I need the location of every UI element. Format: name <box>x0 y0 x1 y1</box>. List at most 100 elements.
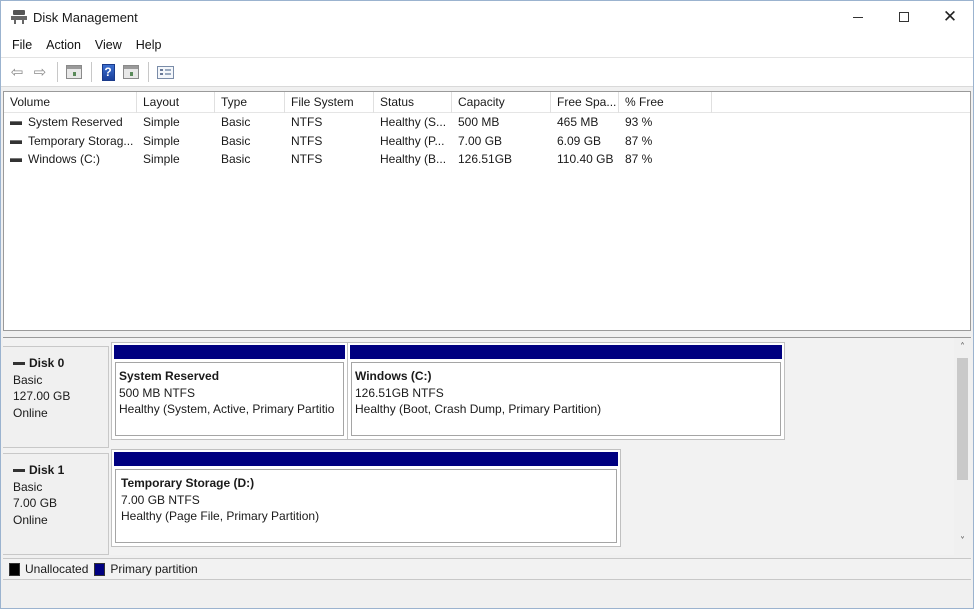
type-cell: Basic <box>221 133 251 148</box>
file-system-cell: NTFS <box>291 115 323 130</box>
table-row[interactable]: System Reserved Simple Basic NTFS Health… <box>4 113 970 132</box>
disk-name: Disk 0 <box>29 356 65 370</box>
layout-cell: Simple <box>143 152 180 167</box>
percent-free-cell: 93 % <box>625 115 653 130</box>
scrollbar-thumb[interactable] <box>957 358 968 480</box>
toolbar-separator <box>91 62 92 82</box>
file-system-cell: NTFS <box>291 152 323 167</box>
column-header-volume[interactable]: Volume <box>4 92 137 113</box>
column-header-type[interactable]: Type <box>215 92 285 113</box>
partition-name: Temporary Storage (D:) <box>121 476 255 490</box>
legend: Unallocated Primary partition <box>3 558 971 580</box>
forward-button[interactable]: ⇨ <box>29 61 51 83</box>
disk-1-label[interactable]: Disk 1 Basic 7.00 GB Online <box>3 453 109 555</box>
volume-icon <box>10 121 22 126</box>
volume-name: Temporary Storag... <box>28 133 134 148</box>
legend-unallocated: Unallocated <box>9 562 88 576</box>
partition-name: Windows (C:) <box>355 369 432 383</box>
status-cell: Healthy (S... <box>380 115 447 130</box>
volume-icon <box>10 139 22 144</box>
column-header-percent-free[interactable]: % Free <box>619 92 712 113</box>
legend-label: Unallocated <box>25 562 89 576</box>
table-row[interactable]: Windows (C:) Simple Basic NTFS Healthy (… <box>4 150 970 169</box>
vertical-scrollbar[interactable]: ˄ ˅ <box>954 338 971 556</box>
show-hide-console-tree-button[interactable] <box>63 61 85 83</box>
volume-name: Windows (C:) <box>28 152 101 167</box>
volume-list[interactable]: Volume Layout Type File System Status Ca… <box>3 91 971 331</box>
close-icon: ✕ <box>942 7 958 27</box>
toolbar: ⇦ ⇨ ? <box>1 57 973 87</box>
console-tree-icon <box>66 65 82 79</box>
partition-size-fs: 500 MB NTFS <box>119 385 196 400</box>
help-icon: ? <box>101 63 115 81</box>
column-header-file-system[interactable]: File System <box>285 92 374 113</box>
menu-bar: File Action View Help <box>1 33 973 57</box>
scroll-down-icon[interactable]: ˅ <box>954 536 971 552</box>
maximize-icon <box>899 12 909 22</box>
disk-row-0: Disk 0 Basic 127.00 GB Online System Res… <box>3 342 953 448</box>
type-cell: Basic <box>221 152 251 167</box>
partition-windows-c[interactable]: Windows (C:) 126.51GB NTFS Healthy (Boot… <box>347 342 785 440</box>
show-hide-action-pane-button[interactable] <box>120 61 142 83</box>
disk-type: Basic <box>13 479 43 494</box>
percent-free-cell: 87 % <box>625 152 653 167</box>
partition-status: Healthy (System, Active, Primary Partiti… <box>119 402 335 416</box>
disk-0-label[interactable]: Disk 0 Basic 127.00 GB Online <box>3 346 109 448</box>
partition-temporary-storage-d[interactable]: Temporary Storage (D:) 7.00 GB NTFS Heal… <box>111 449 621 547</box>
partition-size-fs: 126.51GB NTFS <box>355 385 444 400</box>
properties-icon <box>156 65 174 79</box>
disk-state: Online <box>13 405 48 420</box>
status-bar <box>3 583 971 607</box>
column-header-layout[interactable]: Layout <box>137 92 215 113</box>
legend-primary-partition: Primary partition <box>94 562 198 576</box>
column-header-status[interactable]: Status <box>374 92 452 113</box>
close-button[interactable]: ✕ <box>927 1 973 33</box>
toolbar-separator <box>57 62 58 82</box>
minimize-button[interactable] <box>835 1 881 33</box>
properties-button[interactable] <box>154 61 176 83</box>
table-row[interactable]: Temporary Storag... Simple Basic NTFS He… <box>4 132 970 151</box>
disk-icon <box>13 468 25 472</box>
toolbar-separator <box>148 62 149 82</box>
disk-type: Basic <box>13 372 43 387</box>
scroll-up-icon[interactable]: ˄ <box>954 342 971 358</box>
menu-view[interactable]: View <box>88 38 129 52</box>
free-space-cell: 465 MB <box>557 115 599 130</box>
help-button[interactable]: ? <box>97 61 119 83</box>
volume-icon <box>10 158 22 163</box>
back-icon: ⇦ <box>10 63 24 81</box>
primary-partition-bar <box>114 452 618 466</box>
layout-cell: Simple <box>143 133 180 148</box>
disk-size: 127.00 GB <box>13 389 71 403</box>
disk-icon <box>13 361 25 365</box>
type-cell: Basic <box>221 115 251 130</box>
window-title: Disk Management <box>33 9 138 25</box>
primary-partition-swatch <box>94 562 106 576</box>
column-header-free-space[interactable]: Free Spa... <box>551 92 619 113</box>
back-button[interactable]: ⇦ <box>6 61 28 83</box>
forward-icon: ⇨ <box>33 63 47 81</box>
column-header-capacity[interactable]: Capacity <box>452 92 551 113</box>
unallocated-swatch <box>9 562 20 576</box>
menu-file[interactable]: File <box>5 38 39 52</box>
partition-name: System Reserved <box>119 369 220 383</box>
title-bar[interactable]: Disk Management ✕ <box>1 1 973 33</box>
menu-action[interactable]: Action <box>39 38 88 52</box>
status-cell: Healthy (P... <box>380 133 445 148</box>
partition-system-reserved[interactable]: System Reserved 500 MB NTFS Healthy (Sys… <box>111 342 348 440</box>
disk-size: 7.00 GB <box>13 496 58 510</box>
volume-cell: Temporary Storag... <box>4 134 137 148</box>
primary-partition-bar <box>350 345 782 359</box>
minimize-icon <box>853 16 863 18</box>
primary-partition-bar <box>114 345 345 359</box>
disk-management-window: Disk Management ✕ File Action View Help … <box>0 0 974 609</box>
action-pane-icon <box>123 65 139 79</box>
status-cell: Healthy (B... <box>380 152 447 167</box>
capacity-cell: 126.51GB <box>458 152 513 167</box>
maximize-button[interactable] <box>881 1 927 33</box>
volume-cell: System Reserved <box>4 115 137 129</box>
file-system-cell: NTFS <box>291 133 323 148</box>
capacity-cell: 7.00 GB <box>458 133 503 148</box>
menu-help[interactable]: Help <box>129 38 169 52</box>
disk-graphical-view: Disk 0 Basic 127.00 GB Online System Res… <box>3 337 971 556</box>
